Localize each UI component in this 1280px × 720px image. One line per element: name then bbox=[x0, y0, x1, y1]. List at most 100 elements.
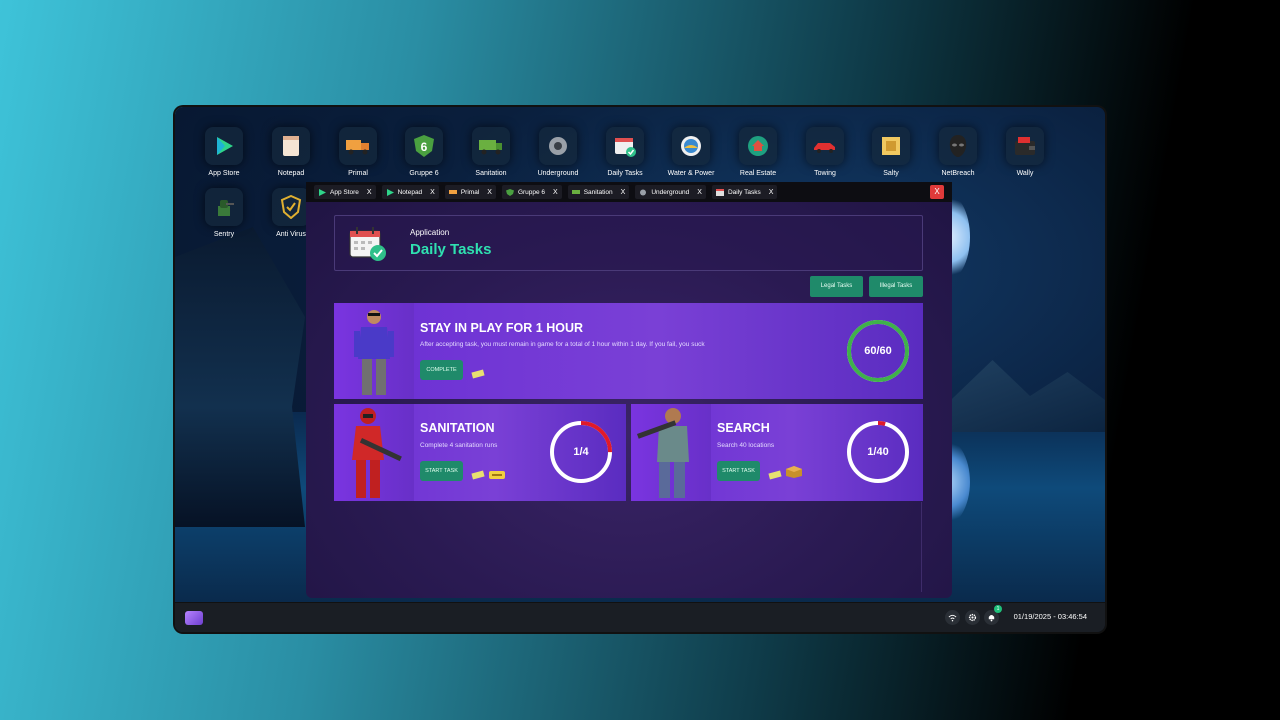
desktop-icon-primal[interactable]: Primal bbox=[330, 127, 386, 177]
start-task-button[interactable]: START TASK bbox=[717, 461, 760, 481]
tab-close-button[interactable]: X bbox=[487, 189, 492, 196]
notepad-icon bbox=[386, 188, 394, 196]
desktop-icon-label: Notepad bbox=[277, 170, 305, 177]
desktop-icon-label: NetBreach bbox=[941, 170, 975, 177]
desktop-icon-daily-tasks[interactable]: Daily Tasks bbox=[597, 127, 653, 177]
desktop-icon-label: Water & Power bbox=[667, 170, 715, 177]
desktop-icon-underground[interactable]: Underground bbox=[530, 127, 586, 177]
truck-icon bbox=[448, 189, 457, 196]
desktop-icon-app-store[interactable]: App Store bbox=[196, 127, 252, 177]
start-task-button[interactable]: START TASK bbox=[420, 461, 463, 481]
task-title: SEARCH bbox=[717, 421, 770, 435]
tab-close-button[interactable]: X bbox=[769, 189, 774, 196]
complete-task-button[interactable]: COMPLETE bbox=[420, 360, 463, 380]
panel-divider bbox=[921, 502, 922, 592]
cash-reward-icon bbox=[768, 467, 782, 480]
progress-text: 1/4 bbox=[573, 446, 589, 458]
tab-underground[interactable]: Underground X bbox=[635, 185, 706, 199]
desktop-icon-real-estate[interactable]: Real Estate bbox=[730, 127, 786, 177]
desktop-icon-netbreach[interactable]: NetBreach bbox=[930, 127, 986, 177]
desktop-icon-gruppe-6[interactable]: 6 Gruppe 6 bbox=[396, 127, 452, 177]
shield-6-icon bbox=[505, 188, 514, 196]
wallet-icon bbox=[1006, 127, 1044, 165]
desktop-icon-label: Primal bbox=[348, 170, 368, 177]
wifi-icon[interactable] bbox=[945, 610, 960, 625]
taskbar-clock: 01/19/2025 - 03:46:54 bbox=[1013, 612, 1087, 621]
tab-close-button[interactable]: X bbox=[430, 189, 435, 196]
desktop-icon-salty[interactable]: Salty bbox=[863, 127, 919, 177]
desktop-icon-label: Real Estate bbox=[739, 170, 777, 177]
task-description: After accepting task, you must remain in… bbox=[420, 341, 705, 348]
desktop-icon-notepad[interactable]: Notepad bbox=[263, 127, 319, 177]
progress-ring: 60/60 bbox=[845, 318, 911, 384]
desktop-icon-water-power[interactable]: Water & Power bbox=[663, 127, 719, 177]
progress-ring: 1/40 bbox=[845, 419, 911, 485]
desktop-icon-sanitation[interactable]: Sanitation bbox=[463, 127, 519, 177]
play-store-icon bbox=[318, 188, 326, 196]
close-window-button[interactable]: X bbox=[930, 185, 944, 199]
calendar-check-icon bbox=[606, 127, 644, 165]
tab-sanitation[interactable]: Sanitation X bbox=[567, 185, 630, 199]
task-card: STAY IN PLAY FOR 1 HOUR After accepting … bbox=[334, 303, 923, 399]
tab-notepad[interactable]: Notepad X bbox=[381, 185, 439, 199]
tab-label: Sanitation bbox=[583, 188, 613, 196]
desktop-icon-wally[interactable]: Wally bbox=[997, 127, 1053, 177]
wallpaper-cliff bbox=[175, 227, 305, 527]
progress-text: 1/40 bbox=[867, 446, 889, 458]
mask-icon bbox=[939, 127, 977, 165]
desktop-icon-sentry[interactable]: Sentry bbox=[196, 188, 252, 238]
calendar-check-icon bbox=[715, 188, 724, 196]
desktop-icon-label: Sentry bbox=[213, 231, 235, 238]
house-icon bbox=[739, 127, 777, 165]
turbo-icon bbox=[539, 127, 577, 165]
tab-label: Notepad bbox=[397, 188, 423, 196]
shield-6-icon: 6 bbox=[405, 127, 443, 165]
progress-text: 60/60 bbox=[864, 345, 892, 357]
turbo-icon bbox=[639, 189, 647, 196]
antivirus-shield-icon bbox=[272, 188, 310, 226]
tab-primal[interactable]: Primal X bbox=[444, 185, 496, 199]
calendar-check-icon bbox=[348, 225, 388, 263]
task-title: STAY IN PLAY FOR 1 HOUR bbox=[420, 321, 584, 335]
notepad-icon bbox=[272, 127, 310, 165]
app-header-card: Application Daily Tasks bbox=[334, 215, 923, 271]
desktop-icon-label: App Store bbox=[208, 170, 240, 177]
tab-close-button[interactable]: X bbox=[367, 189, 372, 196]
illegal-tasks-button[interactable]: Illegal Tasks bbox=[869, 276, 923, 297]
task-card: SEARCH Search 40 locations START TASK 1/… bbox=[631, 404, 923, 501]
desktop-icon-label: Wally bbox=[1016, 170, 1034, 177]
daily-tasks-window: App Store X Notepad X Primal X Gruppe 6 … bbox=[306, 182, 952, 598]
desktop-icon-label: Salty bbox=[883, 170, 899, 177]
desktop-icon-label: Daily Tasks bbox=[607, 170, 643, 177]
character-portrait bbox=[334, 303, 414, 399]
tab-gruppe-6[interactable]: Gruppe 6 X bbox=[501, 185, 562, 199]
start-menu-button[interactable] bbox=[185, 611, 203, 625]
tab-close-button[interactable]: X bbox=[697, 189, 702, 196]
tab-daily-tasks[interactable]: Daily Tasks X bbox=[711, 185, 778, 199]
tab-close-button[interactable]: X bbox=[621, 189, 626, 196]
salty-icon bbox=[872, 127, 910, 165]
tab-label: App Store bbox=[330, 188, 359, 196]
truck-icon bbox=[339, 127, 377, 165]
task-description: Complete 4 sanitation runs bbox=[420, 442, 498, 449]
svg-text:6: 6 bbox=[421, 140, 428, 154]
page-title: Daily Tasks bbox=[410, 241, 492, 258]
desktop-icon-label: Underground bbox=[537, 170, 579, 177]
tow-truck-icon bbox=[806, 127, 844, 165]
desktop-icon-towing[interactable]: Towing bbox=[797, 127, 853, 177]
legal-tasks-button[interactable]: Legal Tasks bbox=[810, 276, 863, 297]
tab-label: Primal bbox=[460, 188, 480, 196]
sentry-icon bbox=[205, 188, 243, 226]
desktop-icon-label: Towing bbox=[814, 170, 836, 177]
cash-reward-icon bbox=[471, 366, 485, 379]
tab-close-button[interactable]: X bbox=[553, 189, 558, 196]
task-description: Search 40 locations bbox=[717, 442, 775, 449]
task-title: SANITATION bbox=[420, 421, 495, 435]
character-portrait bbox=[334, 404, 414, 501]
garbage-truck-icon bbox=[472, 127, 510, 165]
tab-app-store[interactable]: App Store X bbox=[314, 185, 376, 199]
gear-icon[interactable] bbox=[965, 610, 980, 625]
play-store-icon bbox=[205, 127, 243, 165]
water-power-icon bbox=[672, 127, 710, 165]
character-portrait bbox=[631, 404, 711, 501]
